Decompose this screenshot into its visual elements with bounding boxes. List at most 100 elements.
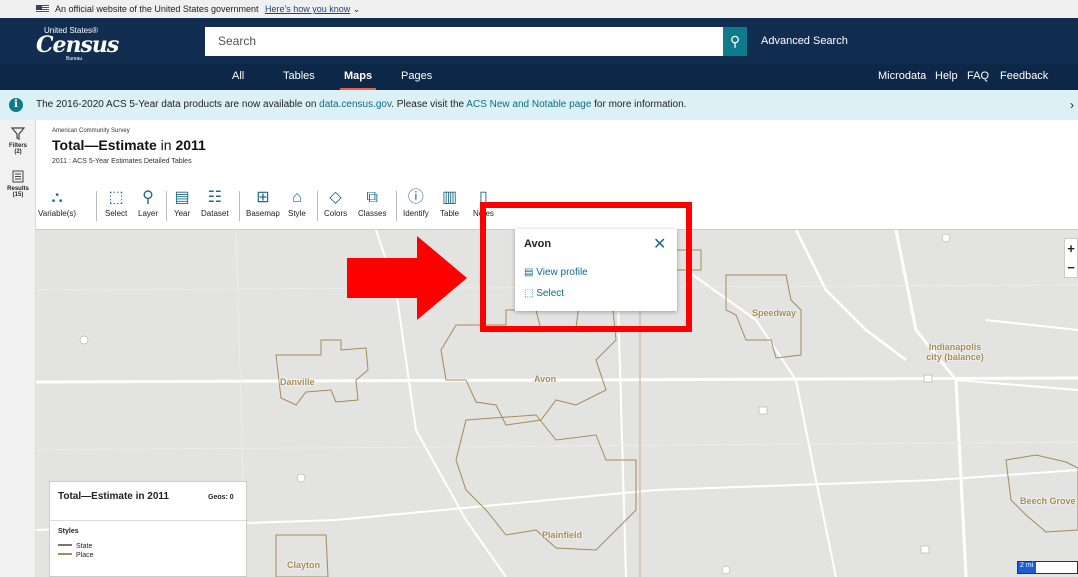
tool-year-label: Year [174,209,191,218]
tool-colors-label: Colors [324,209,348,218]
nav-help[interactable]: Help [935,64,958,88]
us-flag-icon [36,5,49,13]
map-label-speedway: Speedway [752,308,797,318]
tool-dataset-label: Dataset [201,209,229,218]
basemap-icon: ⊞ [256,189,270,206]
logo-word: Census [36,32,119,58]
tool-classes-label: Classes [358,209,387,218]
filters-count: (2) [14,149,22,155]
tool-variables[interactable]: ⛬ Variable(s) [38,189,76,218]
map-label-beech-grove: Beech Grove [1020,496,1076,506]
chevron-down-icon[interactable]: ⌄ [353,4,361,14]
search-button[interactable]: ⚲ [723,27,747,56]
title-in: in [156,137,176,153]
legend-item-place: Place [58,552,94,559]
title-measure: Total—Estimate [52,137,157,153]
calendar-icon: ▤ [174,189,190,206]
toolbar-divider [317,191,318,221]
legend-geos-count: Geos: 0 [208,494,234,501]
zoom-out-button[interactable]: − [1065,258,1077,277]
nav-maps[interactable]: Maps [340,64,377,91]
title-block: American Community Survey Total—Estimate… [52,128,206,165]
paint-bucket-icon: ◇ [329,189,342,206]
nav-microdata[interactable]: Microdata [878,64,926,88]
tool-classes[interactable]: ⧉ Classes [358,189,386,218]
search-icon: ⚲ [729,33,741,49]
survey-kicker: American Community Survey [52,128,130,134]
results-button[interactable]: Results (15) [0,170,36,198]
tool-table[interactable]: ▥ Table [440,189,459,218]
tool-layer[interactable]: ⚲ Layer [138,189,158,218]
filter-icon [0,126,36,143]
table-subtitle: 2011 : ACS 5-Year Estimates Detailed Tab… [52,158,192,165]
gov-banner-text: An official website of the United States… [55,4,259,14]
results-count: (15) [12,192,24,198]
legend-title: Total—Estimate in 2011 [58,491,169,502]
data-census-link[interactable]: data.census.gov [319,99,391,110]
info-circle-icon: ⓘ [407,189,424,206]
nav-faq[interactable]: FAQ [967,64,989,88]
tool-table-label: Table [440,209,460,218]
notice-banner: i The 2016-2020 ACS 5-Year data products… [0,90,1078,120]
variables-icon: ⛬ [51,189,63,206]
zoom-in-button[interactable]: + [1065,239,1077,258]
main-nav: All Tables Maps Pages Microdata Help FAQ… [0,64,1078,91]
title-year: 2011 [175,137,206,153]
how-you-know-link[interactable]: Here's how you know [265,4,350,14]
tool-basemap[interactable]: ⊞ Basemap [246,189,280,218]
left-sidebar: Filters (2) Results (15) [0,120,36,577]
map-legend: Total—Estimate in 2011 Geos: 0 Styles St… [49,481,247,577]
state-swatch [58,544,72,546]
acs-new-notable-link[interactable]: ACS New and Notable page [466,99,591,110]
tool-identify[interactable]: ⓘ Identify [403,189,429,218]
map-label-avon: Avon [534,374,557,384]
filters-button[interactable]: Filters (2) [0,126,36,155]
red-arrow-icon [347,236,467,320]
legend-item-state: State [58,543,92,550]
tool-style[interactable]: ⌂ Style [288,189,306,218]
nav-all[interactable]: All [232,64,244,88]
tool-select-label: Select [105,209,128,218]
table-icon: ▥ [442,189,458,206]
notice-text-3: for more information. [591,99,687,110]
gov-banner: An official website of the United States… [0,0,1078,18]
nav-tables[interactable]: Tables [283,64,315,88]
legend-state-label: State [76,543,93,550]
tool-basemap-label: Basemap [246,209,280,218]
notice-text-1: The 2016-2020 ACS 5-Year data products a… [36,99,320,110]
style-icon: ⌂ [292,189,302,206]
logo-bottom-text: Bureau [66,56,83,62]
tool-style-label: Style [288,209,306,218]
notice-text-2: . Please visit the [391,99,467,110]
toolbar-divider [166,191,167,221]
place-swatch [58,553,72,555]
map-label-danville: Danville [280,377,315,387]
toolbar-divider [396,191,397,221]
nav-feedback[interactable]: Feedback [1000,64,1048,88]
dataset-icon: ☷ [207,189,222,206]
tool-layer-label: Layer [138,209,159,218]
scale-text: 2 mi [1018,562,1036,573]
advanced-search-link[interactable]: Advanced Search [761,27,848,56]
red-highlight-box [480,202,692,332]
info-icon: i [9,98,23,112]
toolbar-divider [239,191,240,221]
tool-identify-label: Identify [403,209,429,218]
map-label-indianapolis: Indianapolis city (balance) [926,342,984,362]
toolbar-divider [96,191,97,221]
census-logo[interactable]: United States® Census Bureau [36,24,119,64]
tool-dataset[interactable]: ☷ Dataset [201,189,229,218]
nav-pages[interactable]: Pages [401,64,432,88]
notice-next-icon[interactable]: › [1070,90,1074,120]
legend-divider [50,520,246,521]
search-input[interactable]: Search [205,27,723,56]
map-label-clayton: Clayton [287,560,321,570]
map-label-plainfield: Plainfield [542,530,583,540]
legend-styles-label: Styles [58,528,79,535]
scale-bar: 2 mi [1017,561,1078,574]
zoom-control: + − [1064,238,1078,278]
tool-select[interactable]: ⬚ Select [105,189,127,218]
tool-colors[interactable]: ◇ Colors [324,189,347,218]
page-title: Total—Estimate in 2011 [52,137,206,153]
tool-year[interactable]: ▤ Year [174,189,190,218]
